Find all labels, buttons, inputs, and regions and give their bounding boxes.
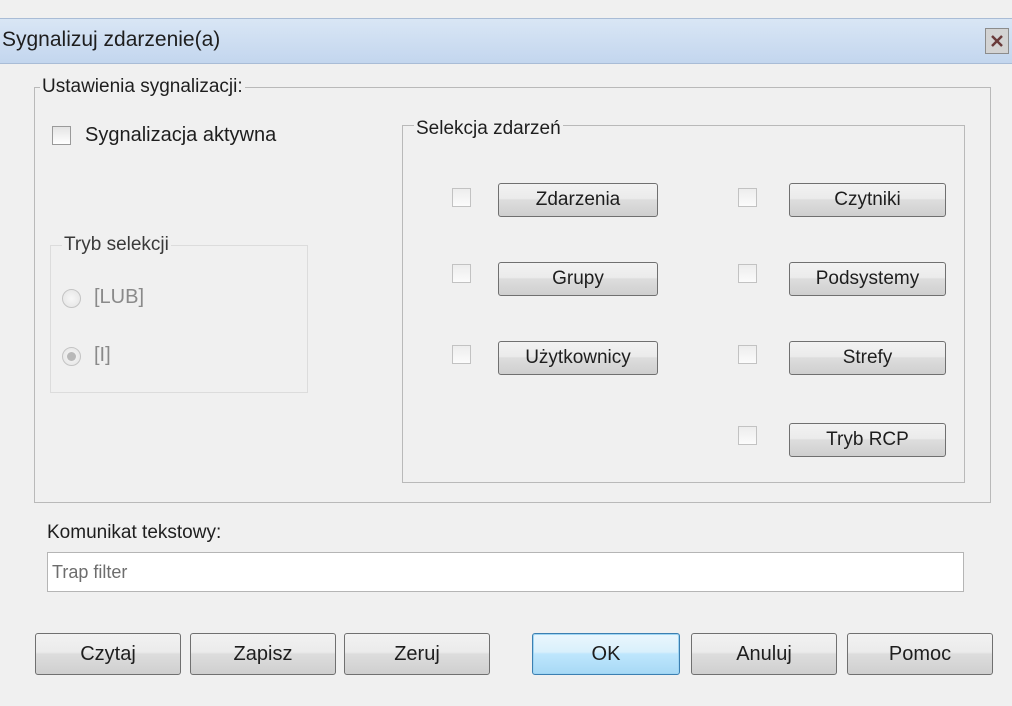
groups-button[interactable]: Grupy <box>498 262 658 296</box>
window-title: Sygnalizuj zdarzenie(a) <box>2 28 221 51</box>
checkbox-users[interactable] <box>452 345 471 364</box>
radio-and-label: [I] <box>94 344 111 366</box>
event-selection-legend: Selekcja zdarzeń <box>414 118 563 140</box>
selection-mode-legend: Tryb selekcji <box>62 234 171 256</box>
signaling-active-checkbox[interactable] <box>52 126 71 145</box>
signaling-active-label: Sygnalizacja aktywna <box>85 124 277 146</box>
message-input[interactable]: Trap filter <box>47 552 964 592</box>
close-icon <box>991 35 1003 47</box>
zones-button[interactable]: Strefy <box>789 341 946 375</box>
radio-or[interactable] <box>62 289 81 308</box>
read-button[interactable]: Czytaj <box>35 633 181 675</box>
checkbox-events[interactable] <box>452 188 471 207</box>
subsystems-button[interactable]: Podsystemy <box>789 262 946 296</box>
radio-selected-dot <box>67 352 76 361</box>
settings-group-legend: Ustawienia sygnalizacji: <box>40 76 245 98</box>
checkbox-readers[interactable] <box>738 188 757 207</box>
selection-mode-group <box>50 245 308 393</box>
close-button[interactable] <box>985 28 1009 54</box>
dialog-window: Sygnalizuj zdarzenie(a) Ustawienia sygna… <box>0 0 1012 706</box>
checkbox-subsystems[interactable] <box>738 264 757 283</box>
radio-and[interactable] <box>62 347 81 366</box>
readers-button[interactable]: Czytniki <box>789 183 946 217</box>
help-button[interactable]: Pomoc <box>847 633 993 675</box>
reset-button[interactable]: Zeruj <box>344 633 490 675</box>
events-button[interactable]: Zdarzenia <box>498 183 658 217</box>
checkbox-rcp-mode[interactable] <box>738 426 757 445</box>
users-button[interactable]: Użytkownicy <box>498 341 658 375</box>
cancel-button[interactable]: Anuluj <box>691 633 837 675</box>
checkbox-groups[interactable] <box>452 264 471 283</box>
checkbox-zones[interactable] <box>738 345 757 364</box>
ok-button[interactable]: OK <box>532 633 680 675</box>
title-bar: Sygnalizuj zdarzenie(a) <box>0 18 1012 64</box>
rcp-mode-button[interactable]: Tryb RCP <box>789 423 946 457</box>
message-label: Komunikat tekstowy: <box>47 522 222 543</box>
radio-or-label: [LUB] <box>94 286 145 308</box>
save-button[interactable]: Zapisz <box>190 633 336 675</box>
